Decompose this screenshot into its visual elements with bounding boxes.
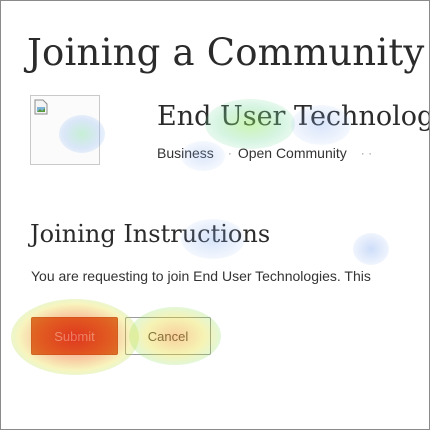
section-title: Joining Instructions (30, 220, 271, 248)
heatmap-blob (353, 233, 389, 265)
community-meta: Business · Open Community · · (157, 145, 378, 161)
screenshot-frame: Joining a Community End User Technologie… (0, 0, 430, 430)
broken-image-icon (34, 99, 48, 115)
meta-separator: · (227, 146, 232, 160)
cancel-button[interactable]: Cancel (125, 317, 211, 355)
community-category: Business (157, 145, 214, 161)
joining-instructions: You are requesting to join End User Tech… (31, 268, 371, 284)
meta-separator-more: · · (360, 146, 373, 160)
community-type: Open Community (237, 145, 347, 161)
submit-button[interactable]: Submit (31, 317, 118, 355)
community-name[interactable]: End User Technologies (157, 101, 429, 132)
page-title: Joining a Community (27, 31, 425, 74)
community-logo (30, 95, 100, 165)
